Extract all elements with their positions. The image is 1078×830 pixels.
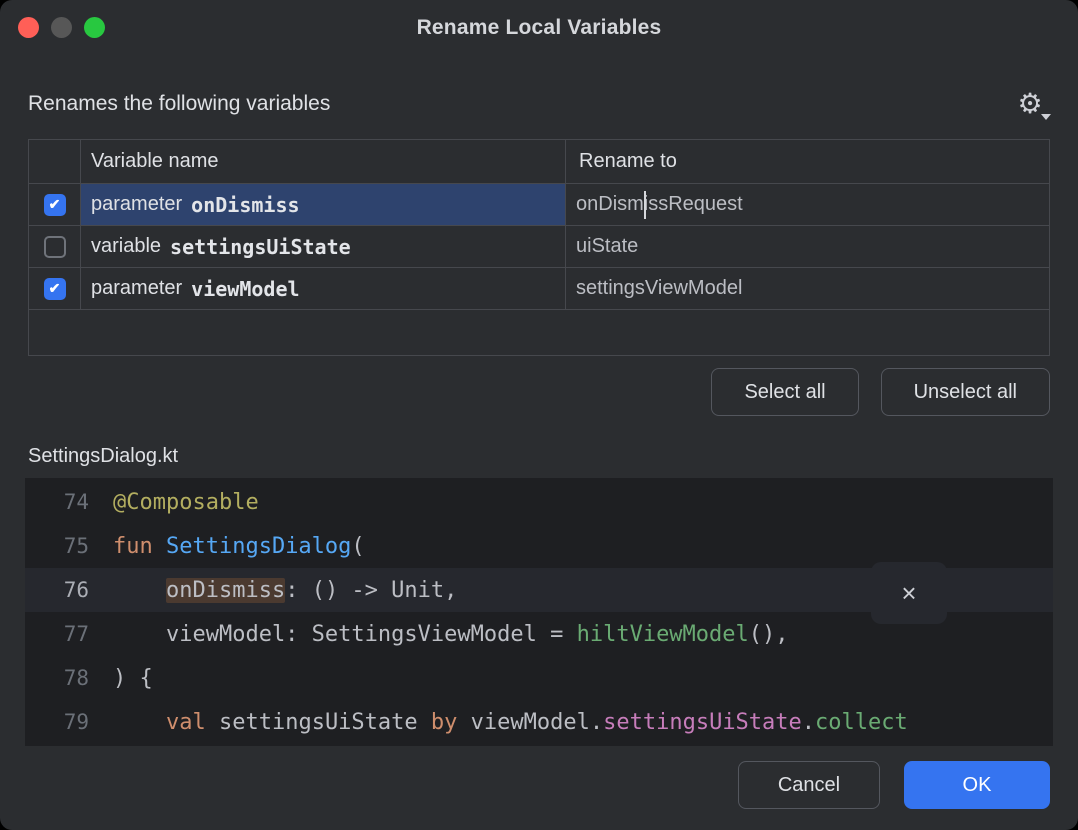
code-token: .	[802, 710, 815, 735]
window-title: Rename Local Variables	[417, 16, 662, 40]
ok-button[interactable]: OK	[904, 761, 1050, 809]
variables-table: Variable name Rename to ✔ parameter onDi…	[28, 139, 1050, 356]
line-number: 77	[25, 622, 113, 646]
row-checkbox[interactable]: ✔	[44, 194, 66, 216]
variable-name-label: onDismiss	[191, 193, 299, 217]
table-empty-area	[29, 310, 1049, 355]
variable-name-cell[interactable]: parameter viewModel	[81, 268, 566, 309]
code-token: viewModel: SettingsViewModel =	[113, 622, 577, 647]
line-number: 74	[25, 490, 113, 514]
code-token: ) {	[113, 666, 153, 691]
code-token: collect	[815, 710, 908, 735]
code-token: viewModel.	[457, 710, 603, 735]
minimize-window-button[interactable]	[51, 17, 72, 38]
dialog-description: Renames the following variables	[28, 92, 330, 116]
rename-value: settingsViewModel	[576, 277, 742, 300]
variable-name-cell[interactable]: variable settingsUiState	[81, 226, 566, 267]
code-preview[interactable]: 74@Composable75fun SettingsDialog(76 onD…	[25, 478, 1053, 746]
select-all-button[interactable]: Select all	[711, 368, 858, 416]
code-token: (	[351, 534, 364, 559]
rename-local-variables-dialog: Rename Local Variables Renames the follo…	[0, 0, 1078, 830]
code-token: @Composable	[113, 490, 259, 515]
cancel-button[interactable]: Cancel	[738, 761, 880, 809]
code-line: 79 val settingsUiState by viewModel.sett…	[25, 700, 1053, 744]
text-caret	[644, 191, 646, 219]
code-token: SettingsDialog	[166, 534, 351, 559]
line-number: 75	[25, 534, 113, 558]
gear-icon: ⚙	[1017, 90, 1042, 118]
code-line: 78) {	[25, 656, 1053, 700]
table-row: ✔ parameter onDismiss onDismissRequest	[29, 184, 1049, 226]
code-token: fun	[113, 534, 166, 559]
row-checkbox[interactable]	[44, 236, 66, 258]
settings-gear-button[interactable]: ⚙	[1010, 87, 1050, 121]
code-token: : () -> Unit,	[285, 578, 457, 603]
variable-kind-label: variable	[91, 235, 161, 258]
code-token: settingsUiState	[603, 710, 802, 735]
rename-to-cell[interactable]: settingsViewModel	[566, 268, 1049, 309]
table-header-row: Variable name Rename to	[29, 140, 1049, 184]
table-row: ✔ parameter viewModel settingsViewModel	[29, 268, 1049, 310]
code-token	[113, 710, 166, 735]
close-preview-button[interactable]: ×	[871, 562, 947, 624]
code-line: 74@Composable	[25, 480, 1053, 524]
row-checkbox[interactable]: ✔	[44, 278, 66, 300]
variable-name-label: settingsUiState	[170, 235, 351, 259]
column-header-rename-to: Rename to	[566, 140, 1049, 183]
file-name-label: SettingsDialog.kt	[28, 445, 1050, 472]
table-row: variable settingsUiState uiState	[29, 226, 1049, 268]
variable-name-cell[interactable]: parameter onDismiss	[81, 184, 566, 225]
titlebar: Rename Local Variables	[0, 0, 1078, 56]
variable-name-label: viewModel	[191, 277, 299, 301]
rename-to-cell[interactable]: onDismissRequest	[566, 184, 1049, 225]
close-window-button[interactable]	[18, 17, 39, 38]
zoom-window-button[interactable]	[84, 17, 105, 38]
variable-kind-label: parameter	[91, 277, 182, 300]
code-token: (),	[749, 622, 789, 647]
variable-kind-label: parameter	[91, 193, 182, 216]
column-header-variable-name: Variable name	[81, 140, 566, 183]
dialog-content: Renames the following variables ⚙ Variab…	[0, 88, 1078, 809]
line-number: 76	[25, 578, 113, 602]
line-number: 78	[25, 666, 113, 690]
code-token: val	[166, 710, 206, 735]
checkbox-column-header	[29, 140, 81, 183]
code-token: by	[431, 710, 458, 735]
code-token: settingsUiState	[206, 710, 431, 735]
line-number: 79	[25, 710, 113, 734]
close-icon: ×	[901, 578, 916, 609]
code-token: hiltViewModel	[577, 622, 749, 647]
traffic-lights	[18, 17, 105, 38]
rename-value: onDismissRequest	[576, 193, 743, 216]
code-token: onDismiss	[166, 578, 285, 603]
code-token	[113, 578, 166, 603]
unselect-all-button[interactable]: Unselect all	[881, 368, 1050, 416]
chevron-down-icon	[1041, 114, 1051, 120]
rename-to-cell[interactable]: uiState	[566, 226, 1049, 267]
rename-value: uiState	[576, 235, 638, 258]
